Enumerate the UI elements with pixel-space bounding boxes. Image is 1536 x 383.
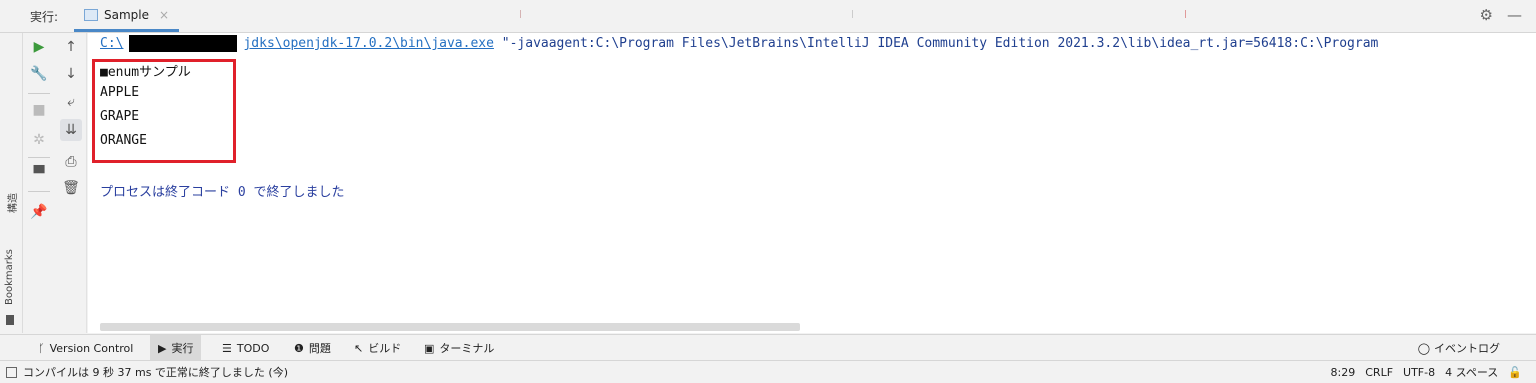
- status-message[interactable]: コンパイルは 9 秒 37 ms で正常に終了しました (今): [23, 364, 288, 380]
- stop-icon[interactable]: ■: [28, 99, 50, 121]
- divider: [852, 10, 853, 18]
- wrench-icon[interactable]: 🔧: [28, 63, 50, 85]
- tool-label: 問題: [308, 342, 331, 355]
- tool-label: ビルド: [368, 342, 402, 355]
- command-line: C:\ jdks\openjdk-17.0.2\bin\java.exe "-ja…: [100, 35, 1378, 52]
- scroll-to-end-icon[interactable]: ⇊: [60, 119, 82, 141]
- divider: [520, 10, 521, 18]
- branch-icon: ᚴ: [38, 341, 45, 355]
- redacted-block: [129, 35, 238, 52]
- tool-todo[interactable]: ☰ TODO: [214, 335, 277, 361]
- run-config-icon: [84, 8, 98, 21]
- debug-icon[interactable]: ✲: [28, 129, 50, 151]
- tool-problems[interactable]: ❶ 問題: [286, 335, 339, 361]
- file-encoding[interactable]: UTF-8: [1403, 366, 1435, 379]
- play-icon: ▶: [158, 341, 167, 355]
- tab-label: Sample: [104, 7, 149, 22]
- bookmark-icon: [6, 315, 14, 325]
- run-label: 実行:: [30, 10, 59, 24]
- tool-run[interactable]: ▶ 実行: [150, 335, 202, 361]
- separator: [28, 191, 50, 192]
- structure-tab[interactable]: 構造: [4, 193, 19, 213]
- tool-version-control[interactable]: ᚴ Version Control: [30, 335, 141, 361]
- tool-terminal[interactable]: ▣ ターミナル: [416, 335, 502, 361]
- tool-label: TODO: [236, 341, 270, 355]
- tool-label: 実行: [171, 342, 194, 355]
- close-icon[interactable]: ×: [159, 8, 169, 22]
- console-output[interactable]: C:\ jdks\openjdk-17.0.2\bin\java.exe "-ja…: [88, 33, 1536, 333]
- rerun-icon[interactable]: ▶: [28, 36, 50, 58]
- tool-window-strip: ᚴ Version Control ▶ 実行 ☰ TODO ❶ 問題 ↖ ビルド…: [0, 334, 1536, 361]
- separator: [28, 157, 50, 158]
- tool-label: Version Control: [49, 341, 134, 355]
- trash-icon[interactable]: 🗑: [60, 177, 82, 199]
- highlight-box: [92, 59, 236, 163]
- tool-label: ターミナル: [439, 342, 495, 355]
- line-separator[interactable]: CRLF: [1365, 366, 1393, 379]
- java-path-link[interactable]: C:\: [100, 36, 123, 51]
- lock-icon[interactable]: 🔓: [1508, 366, 1522, 379]
- tab-sample[interactable]: Sample ×: [74, 0, 180, 32]
- arrow-down-icon[interactable]: ↓: [60, 63, 82, 85]
- status-bar: コンパイルは 9 秒 37 ms で正常に終了しました (今) 8:29 CRL…: [0, 360, 1536, 383]
- event-log-label: イベントログ: [1434, 342, 1500, 355]
- bookmarks-tab[interactable]: Bookmarks: [4, 249, 15, 305]
- horizontal-scrollbar[interactable]: [100, 323, 800, 331]
- event-log-icon: ◯: [1417, 341, 1430, 355]
- minimize-icon[interactable]: —: [1507, 6, 1522, 24]
- process-exit-message: プロセスは終了コード 0 で終了しました: [100, 185, 345, 200]
- list-icon: ☰: [222, 341, 232, 355]
- divider: [1185, 10, 1186, 18]
- print-icon[interactable]: ⎙: [60, 151, 82, 173]
- soft-wrap-icon[interactable]: ⤶: [60, 91, 82, 113]
- tool-build[interactable]: ↖ ビルド: [346, 335, 409, 361]
- command-args: "-javaagent:C:\Program Files\JetBrains\I…: [493, 36, 1379, 51]
- problems-icon: ❶: [294, 341, 304, 355]
- left-tool-sidebar: 構造 Bookmarks: [0, 33, 23, 333]
- gear-icon[interactable]: ⚙: [1480, 6, 1493, 24]
- arrow-up-icon[interactable]: ↑: [60, 36, 82, 58]
- hammer-icon: ↖: [354, 341, 364, 355]
- run-toolbar-right: ↑ ↓ ⤶ ⇊ ⎙ 🗑: [56, 33, 87, 333]
- indent-setting[interactable]: 4 スペース: [1445, 364, 1498, 380]
- pin-icon[interactable]: 📌: [28, 201, 50, 223]
- layout-icon[interactable]: ▀: [28, 163, 50, 185]
- toggle-tool-windows-icon[interactable]: [6, 366, 17, 378]
- terminal-icon: ▣: [424, 341, 435, 355]
- event-log-button[interactable]: ◯ イベントログ: [1418, 335, 1500, 361]
- caret-position[interactable]: 8:29: [1331, 366, 1356, 379]
- run-toolbar-left: ▶ 🔧 ■ ✲ ▀ 📌: [24, 33, 54, 333]
- run-tool-window-header: 実行: Sample × ⚙ —: [0, 0, 1536, 33]
- java-path-link[interactable]: jdks\openjdk-17.0.2\bin\java.exe: [243, 36, 493, 51]
- separator: [28, 93, 50, 94]
